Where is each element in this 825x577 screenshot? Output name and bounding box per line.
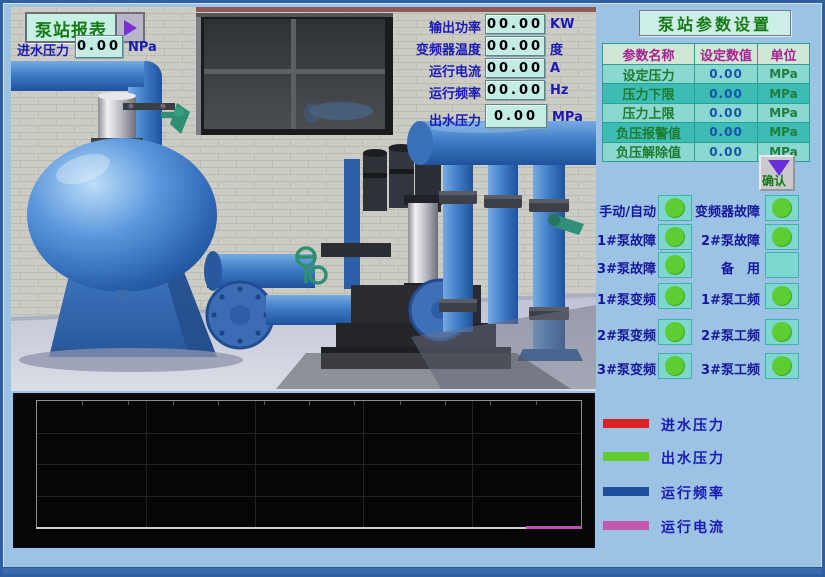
pump-column-chrome bbox=[408, 203, 438, 285]
indicator-lamp bbox=[665, 255, 685, 275]
param-setpoint[interactable]: 0.00 bbox=[695, 65, 758, 84]
play-icon bbox=[124, 20, 137, 36]
vfd-temp-value: 00.00 bbox=[485, 36, 545, 56]
run-freq-unit: Hz bbox=[550, 83, 568, 98]
indicator-pump3-vfd bbox=[658, 353, 692, 379]
indicator-pump2-mains bbox=[765, 319, 799, 345]
legend-label-outlet: 出水压力 bbox=[661, 448, 725, 468]
param-setpoint[interactable]: 0.00 bbox=[695, 123, 758, 142]
indicator-pump3-mains bbox=[765, 353, 799, 379]
param-unit: MPa bbox=[758, 84, 810, 103]
indicator-lamp bbox=[772, 356, 792, 376]
run-current-value: 00.00 bbox=[485, 58, 545, 78]
indicator-pump2-vfd bbox=[658, 319, 692, 345]
indicator-lamp bbox=[772, 286, 792, 306]
param-unit: MPa bbox=[758, 104, 810, 123]
col-header-name: 参数名称 bbox=[603, 44, 695, 65]
pump-station-hmi: 泵站报表 进水压力 0.00 NPa 输出功率 00.00 KW 变频器温度 0… bbox=[0, 0, 825, 577]
indicator-lamp bbox=[772, 322, 792, 342]
col-header-unit: 单位 bbox=[758, 44, 810, 65]
legend-swatch-outlet bbox=[603, 452, 649, 461]
param-name: 负压报警值 bbox=[603, 123, 695, 142]
legend-swatch-inlet bbox=[603, 419, 649, 428]
status-label-pump2-mains: 2#泵工频 bbox=[693, 325, 760, 344]
param-name: 负压解除值 bbox=[603, 143, 695, 162]
settings-table: 参数名称 设定数值 单位 设定压力 0.00 MPa 压力下限 0.00 MPa… bbox=[602, 43, 810, 162]
legend-swatch-current bbox=[603, 521, 649, 530]
inlet-pressure-unit: NPa bbox=[128, 40, 157, 55]
window-bottom-border bbox=[3, 567, 822, 574]
flange-disc bbox=[207, 282, 273, 348]
legend-label-inlet: 进水压力 bbox=[661, 415, 725, 435]
output-power-label: 输出功率 bbox=[391, 17, 481, 36]
settings-panel-title: 泵站参数设置 bbox=[639, 10, 791, 36]
inlet-pressure-value: 0.00 bbox=[75, 35, 123, 58]
col-header-value: 设定数值 bbox=[695, 44, 758, 65]
run-freq-label: 运行频率 bbox=[391, 83, 481, 102]
status-label-pump1-vfd: 1#泵变频 bbox=[589, 289, 656, 308]
param-name: 压力下限 bbox=[603, 84, 695, 103]
vfd-temp-label: 变频器温度 bbox=[391, 39, 481, 58]
window bbox=[196, 13, 393, 135]
status-label-pump3-fault: 3#泵故障 bbox=[589, 258, 656, 277]
indicator-spare bbox=[765, 252, 799, 278]
inlet-pressure-label: 进水压力 bbox=[17, 40, 69, 59]
indicator-lamp bbox=[772, 198, 792, 218]
status-label-pump2-vfd: 2#泵变频 bbox=[589, 325, 656, 344]
status-label-pump1-mains: 1#泵工频 bbox=[693, 289, 760, 308]
legend-label-current: 运行电流 bbox=[661, 517, 725, 537]
status-label-vfd-fault: 变频器故障 bbox=[693, 201, 760, 220]
param-unit: MPa bbox=[758, 123, 810, 142]
trend-plot-area bbox=[36, 400, 582, 529]
run-freq-value: 00.00 bbox=[485, 80, 545, 100]
indicator-pump1-vfd bbox=[658, 283, 692, 309]
indicator-pump3-fault bbox=[658, 252, 692, 278]
status-label-spare: 备 用 bbox=[693, 258, 760, 277]
outlet-pressure-label: 出水压力 bbox=[391, 110, 481, 129]
status-label-auto-manual: 手动/自动 bbox=[589, 201, 656, 220]
run-current-label: 运行电流 bbox=[391, 61, 481, 80]
outlet-pressure-unit: MPa bbox=[552, 110, 583, 125]
current-trace-segment bbox=[526, 526, 582, 529]
inlet-pipe bbox=[11, 61, 144, 91]
status-label-pump3-vfd: 3#泵变频 bbox=[589, 359, 656, 378]
pressure-tank bbox=[27, 138, 217, 292]
outlet-pressure-value: 0.00 bbox=[485, 104, 547, 128]
output-power-unit: KW bbox=[550, 17, 574, 32]
indicator-pump1-mains bbox=[765, 283, 799, 309]
run-current-unit: A bbox=[550, 61, 560, 76]
indicator-pump1-fault bbox=[658, 224, 692, 250]
param-name: 压力上限 bbox=[603, 104, 695, 123]
param-setpoint[interactable]: 0.00 bbox=[695, 143, 758, 162]
param-setpoint[interactable]: 0.00 bbox=[695, 104, 758, 123]
trend-chart bbox=[13, 393, 595, 548]
indicator-auto-manual bbox=[658, 195, 692, 221]
indicator-lamp bbox=[665, 286, 685, 306]
confirm-button-label: 确认 bbox=[762, 172, 786, 189]
confirm-button[interactable]: 确认 bbox=[759, 155, 795, 191]
param-unit: MPa bbox=[758, 65, 810, 84]
indicator-lamp bbox=[665, 198, 685, 218]
indicator-lamp bbox=[665, 322, 685, 342]
indicator-vfd-fault bbox=[765, 195, 799, 221]
legend-swatch-frequency bbox=[603, 487, 649, 496]
status-label-pump1-fault: 1#泵故障 bbox=[589, 230, 656, 249]
param-name: 设定压力 bbox=[603, 65, 695, 84]
vfd-temp-unit: 度 bbox=[550, 39, 563, 58]
legend-label-frequency: 运行频率 bbox=[661, 483, 725, 503]
indicator-lamp bbox=[772, 227, 792, 247]
param-setpoint[interactable]: 0.00 bbox=[695, 84, 758, 103]
status-label-pump2-fault: 2#泵故障 bbox=[693, 230, 760, 249]
indicator-lamp bbox=[665, 356, 685, 376]
status-label-pump3-mains: 3#泵工频 bbox=[693, 359, 760, 378]
indicator-lamp bbox=[665, 227, 685, 247]
output-power-value: 00.00 bbox=[485, 14, 545, 34]
indicator-pump2-fault bbox=[765, 224, 799, 250]
